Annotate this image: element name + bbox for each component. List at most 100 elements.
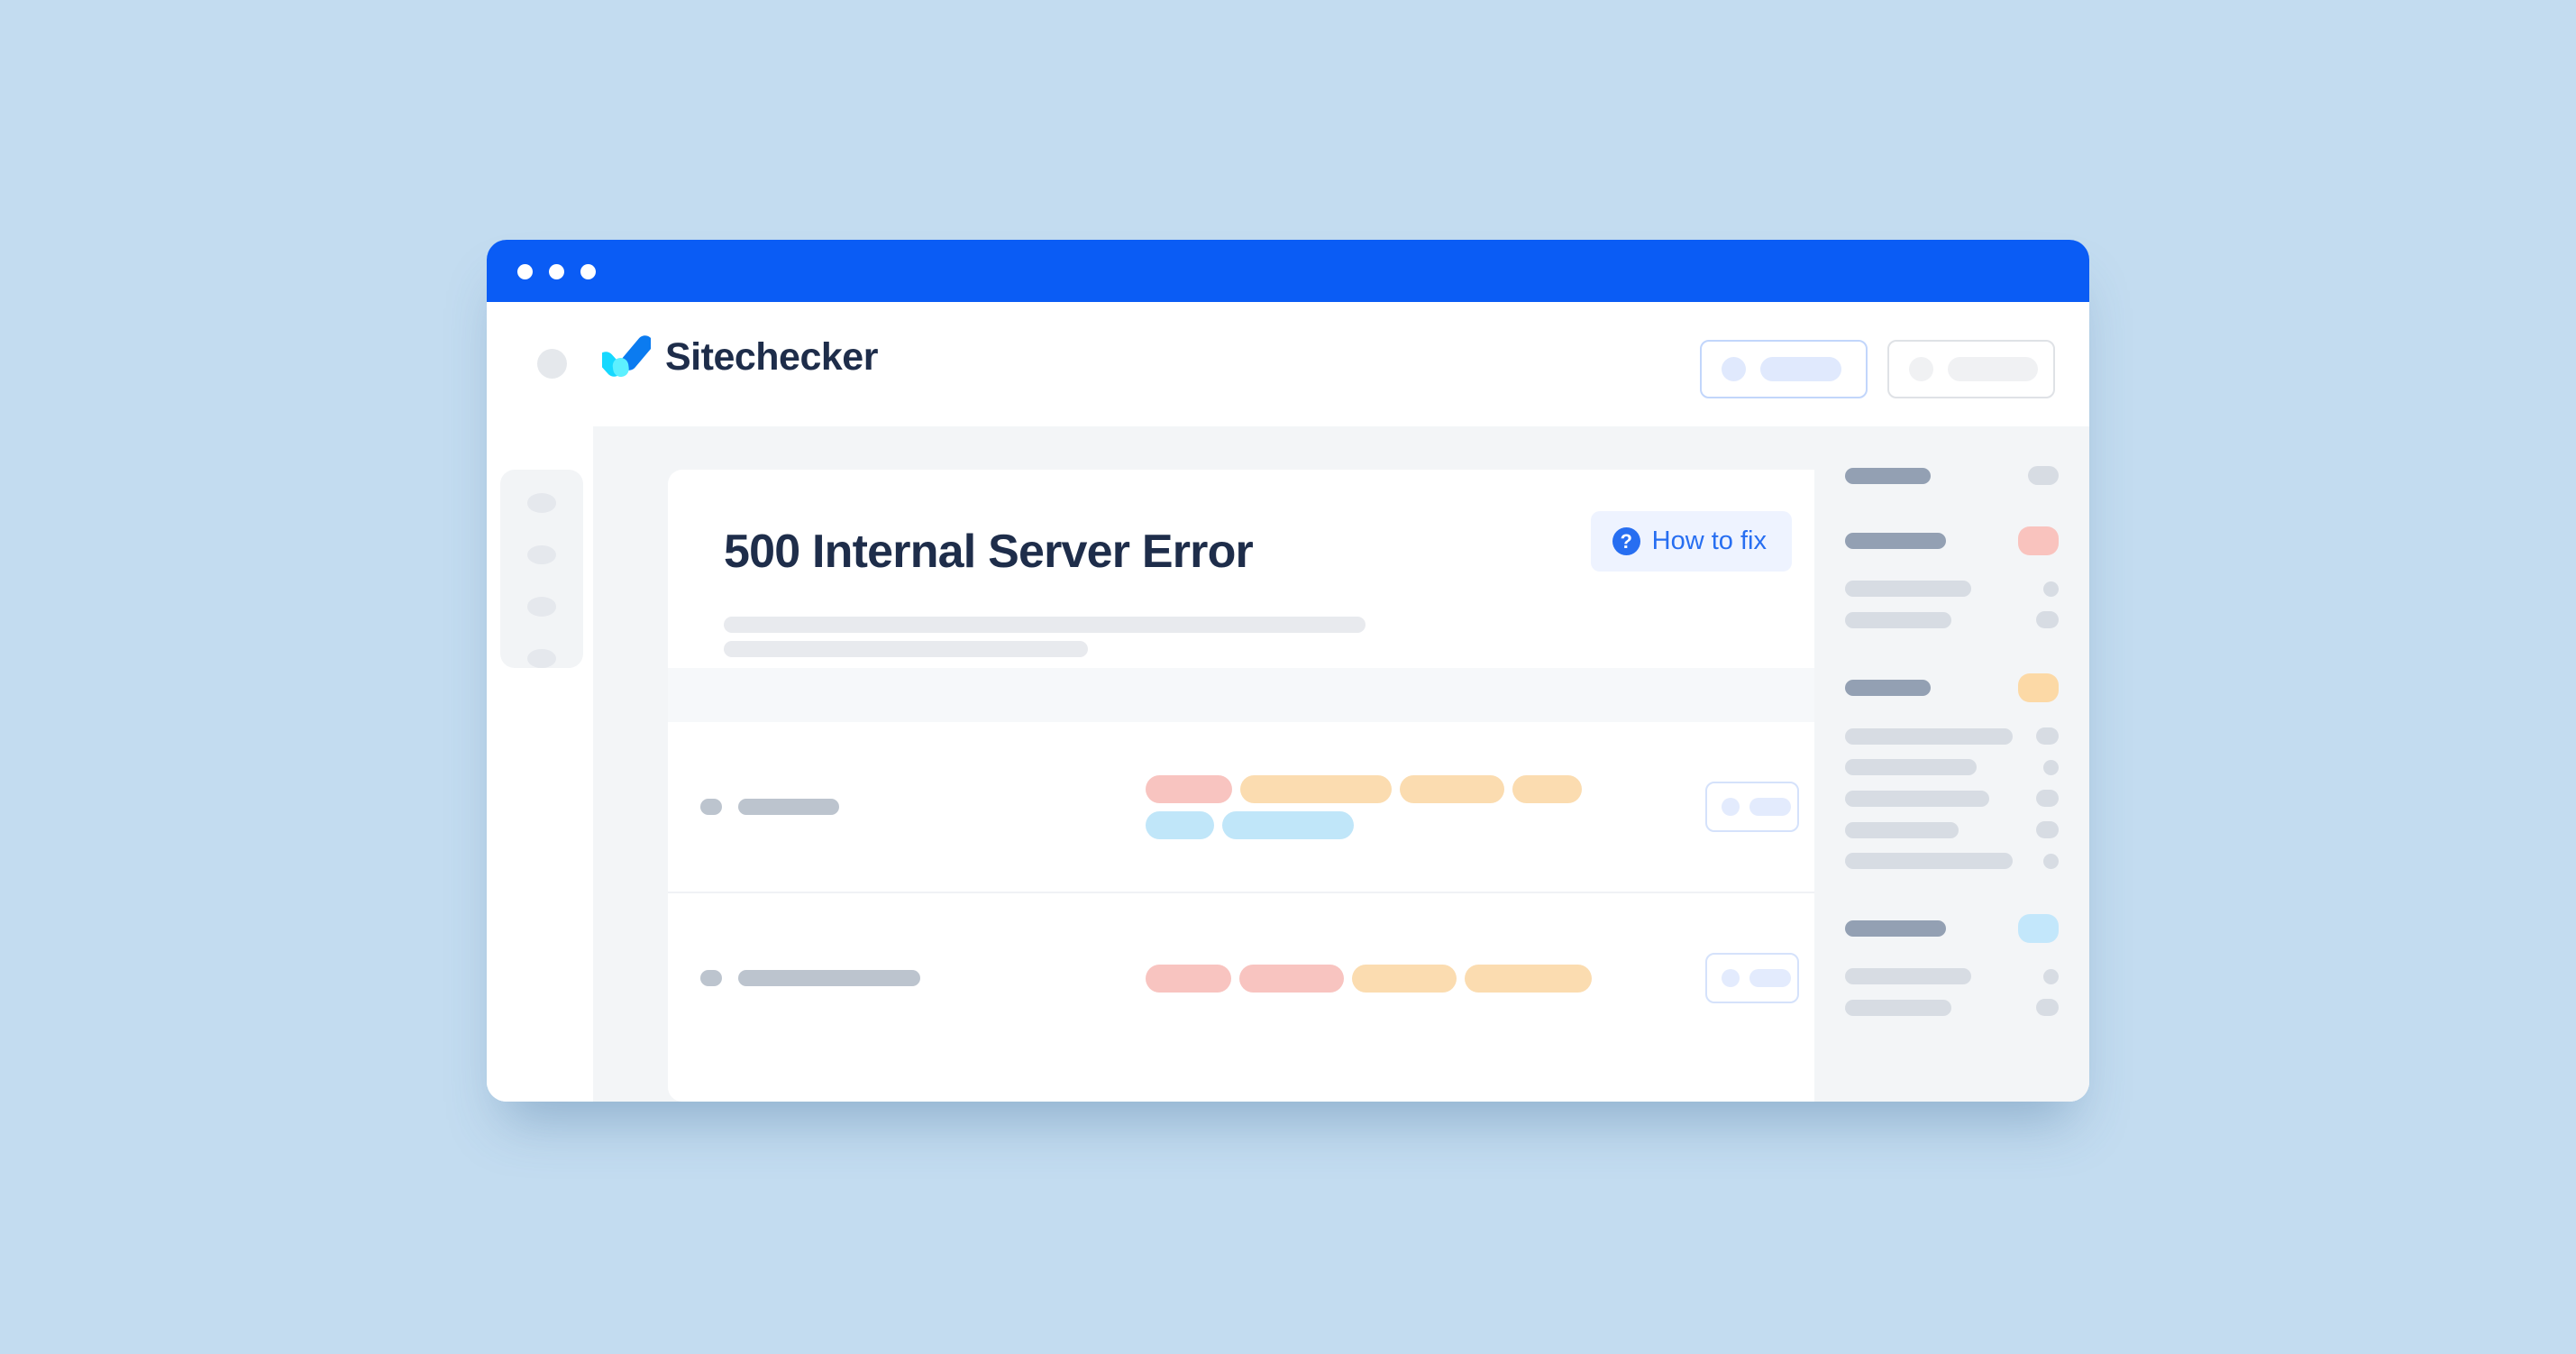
description-line-1: [724, 617, 1366, 633]
item-badge: [2043, 581, 2059, 597]
row-tag-list: [1146, 964, 1596, 993]
row-expand-icon[interactable]: [700, 799, 722, 815]
group-badge: [2018, 914, 2059, 943]
traffic-light-dots: [517, 264, 596, 279]
issue-card-header: 500 Internal Server Error ? How to fix: [668, 470, 1844, 668]
item-badge: [2036, 727, 2059, 745]
right-panel-group-4: [1845, 914, 2059, 1016]
item-label-placeholder: [1845, 759, 1977, 775]
row-tag[interactable]: [1146, 774, 1232, 803]
right-panel-group-3: [1845, 673, 2059, 869]
item-label-placeholder: [1845, 611, 1951, 628]
right-panel-item[interactable]: [1845, 968, 2059, 984]
item-label-placeholder: [1845, 581, 1971, 597]
item-label-placeholder: [1845, 853, 2013, 869]
header-button-primary[interactable]: [1700, 340, 1868, 398]
group-title-placeholder: [1845, 533, 1946, 549]
right-panel-item[interactable]: [1845, 581, 2059, 597]
header-button-primary-icon: [1722, 357, 1746, 381]
how-to-fix-label: How to fix: [1651, 526, 1767, 555]
item-badge: [2036, 821, 2059, 838]
panel-spacer: [1845, 883, 2059, 914]
row-tag[interactable]: [1146, 810, 1214, 839]
header-button-secondary-label-placeholder: [1948, 357, 2038, 381]
description-line-2: [724, 641, 1088, 657]
item-badge: [2036, 790, 2059, 807]
group-title-placeholder: [1845, 680, 1931, 696]
item-badge: [2036, 999, 2059, 1016]
sidebar: [487, 426, 593, 1102]
group-title-placeholder: [1845, 920, 1946, 937]
sidebar-nav-panel: [500, 470, 583, 668]
right-panel-group-header[interactable]: [1845, 914, 2059, 943]
row-expand-icon[interactable]: [700, 970, 722, 986]
app-header: Sitechecker: [487, 302, 2089, 426]
right-panel-group-header[interactable]: [1845, 673, 2059, 702]
row-action-icon: [1722, 798, 1740, 816]
item-label-placeholder: [1845, 999, 1951, 1016]
page-title: 500 Internal Server Error: [724, 526, 1254, 578]
sitechecker-checkmark-logo-icon: [602, 335, 651, 377]
item-label-placeholder: [1845, 790, 1989, 807]
header-actions: [1700, 340, 2055, 398]
sidebar-item-3[interactable]: [527, 597, 556, 617]
row-action-button[interactable]: [1705, 953, 1799, 1003]
browser-window: Sitechecker 500 Internal Server Error ? …: [487, 240, 2089, 1102]
item-badge: [2043, 968, 2059, 984]
item-label-placeholder: [1845, 821, 1959, 838]
browser-titlebar: [487, 240, 2089, 302]
right-panel-item[interactable]: [1845, 853, 2059, 869]
issue-card: 500 Internal Server Error ? How to fix: [668, 470, 1844, 1102]
sidebar-item-2[interactable]: [527, 544, 556, 564]
brand[interactable]: Sitechecker: [602, 334, 878, 380]
app-body: 500 Internal Server Error ? How to fix: [487, 426, 2089, 1102]
question-mark-icon: ?: [1612, 527, 1640, 555]
panel-spacer: [1845, 510, 2059, 526]
row-tag[interactable]: [1400, 774, 1504, 803]
right-panel-item[interactable]: [1845, 611, 2059, 628]
avatar[interactable]: [537, 349, 567, 379]
row-title-placeholder: [738, 970, 920, 986]
right-panel-item[interactable]: [1845, 821, 2059, 838]
row-action-label-placeholder: [1749, 798, 1791, 816]
row-tag-list: [1146, 774, 1596, 839]
right-panel: [1814, 426, 2089, 1102]
group-title-placeholder: [1845, 467, 1931, 484]
row-title-placeholder: [738, 799, 839, 815]
right-panel-item[interactable]: [1845, 999, 2059, 1016]
how-to-fix-button[interactable]: ? How to fix: [1590, 511, 1792, 572]
row-action-icon: [1722, 969, 1740, 987]
row-action-label-placeholder: [1749, 969, 1791, 987]
row-tag[interactable]: [1222, 810, 1354, 839]
sidebar-item-1[interactable]: [527, 493, 556, 513]
right-panel-group-header[interactable]: [1845, 526, 2059, 555]
table-row[interactable]: [668, 893, 1844, 1063]
right-panel-group-1: [1845, 466, 2059, 485]
item-label-placeholder: [1845, 727, 2013, 745]
right-panel-item[interactable]: [1845, 790, 2059, 807]
window-minimize-dot-icon[interactable]: [549, 264, 564, 279]
table-row-label: [700, 970, 920, 986]
row-tag[interactable]: [1240, 774, 1392, 803]
row-tag[interactable]: [1239, 964, 1344, 993]
right-panel-item[interactable]: [1845, 759, 2059, 775]
table-header-band: [668, 668, 1844, 722]
window-maximize-dot-icon[interactable]: [580, 264, 596, 279]
item-badge: [2043, 759, 2059, 775]
header-button-secondary-icon: [1909, 357, 1933, 381]
group-badge: [2028, 466, 2059, 485]
group-badge: [2018, 526, 2059, 555]
row-tag[interactable]: [1465, 964, 1592, 993]
header-button-secondary[interactable]: [1887, 340, 2055, 398]
row-tag[interactable]: [1512, 774, 1582, 803]
right-panel-item[interactable]: [1845, 727, 2059, 745]
right-panel-group-2: [1845, 526, 2059, 628]
right-panel-group-header[interactable]: [1845, 466, 2059, 485]
row-tag[interactable]: [1352, 964, 1457, 993]
sidebar-item-4[interactable]: [527, 648, 556, 668]
window-close-dot-icon[interactable]: [517, 264, 533, 279]
row-tag[interactable]: [1146, 964, 1231, 993]
table-row[interactable]: [668, 722, 1844, 893]
table-row-label: [700, 799, 839, 815]
row-action-button[interactable]: [1705, 782, 1799, 832]
